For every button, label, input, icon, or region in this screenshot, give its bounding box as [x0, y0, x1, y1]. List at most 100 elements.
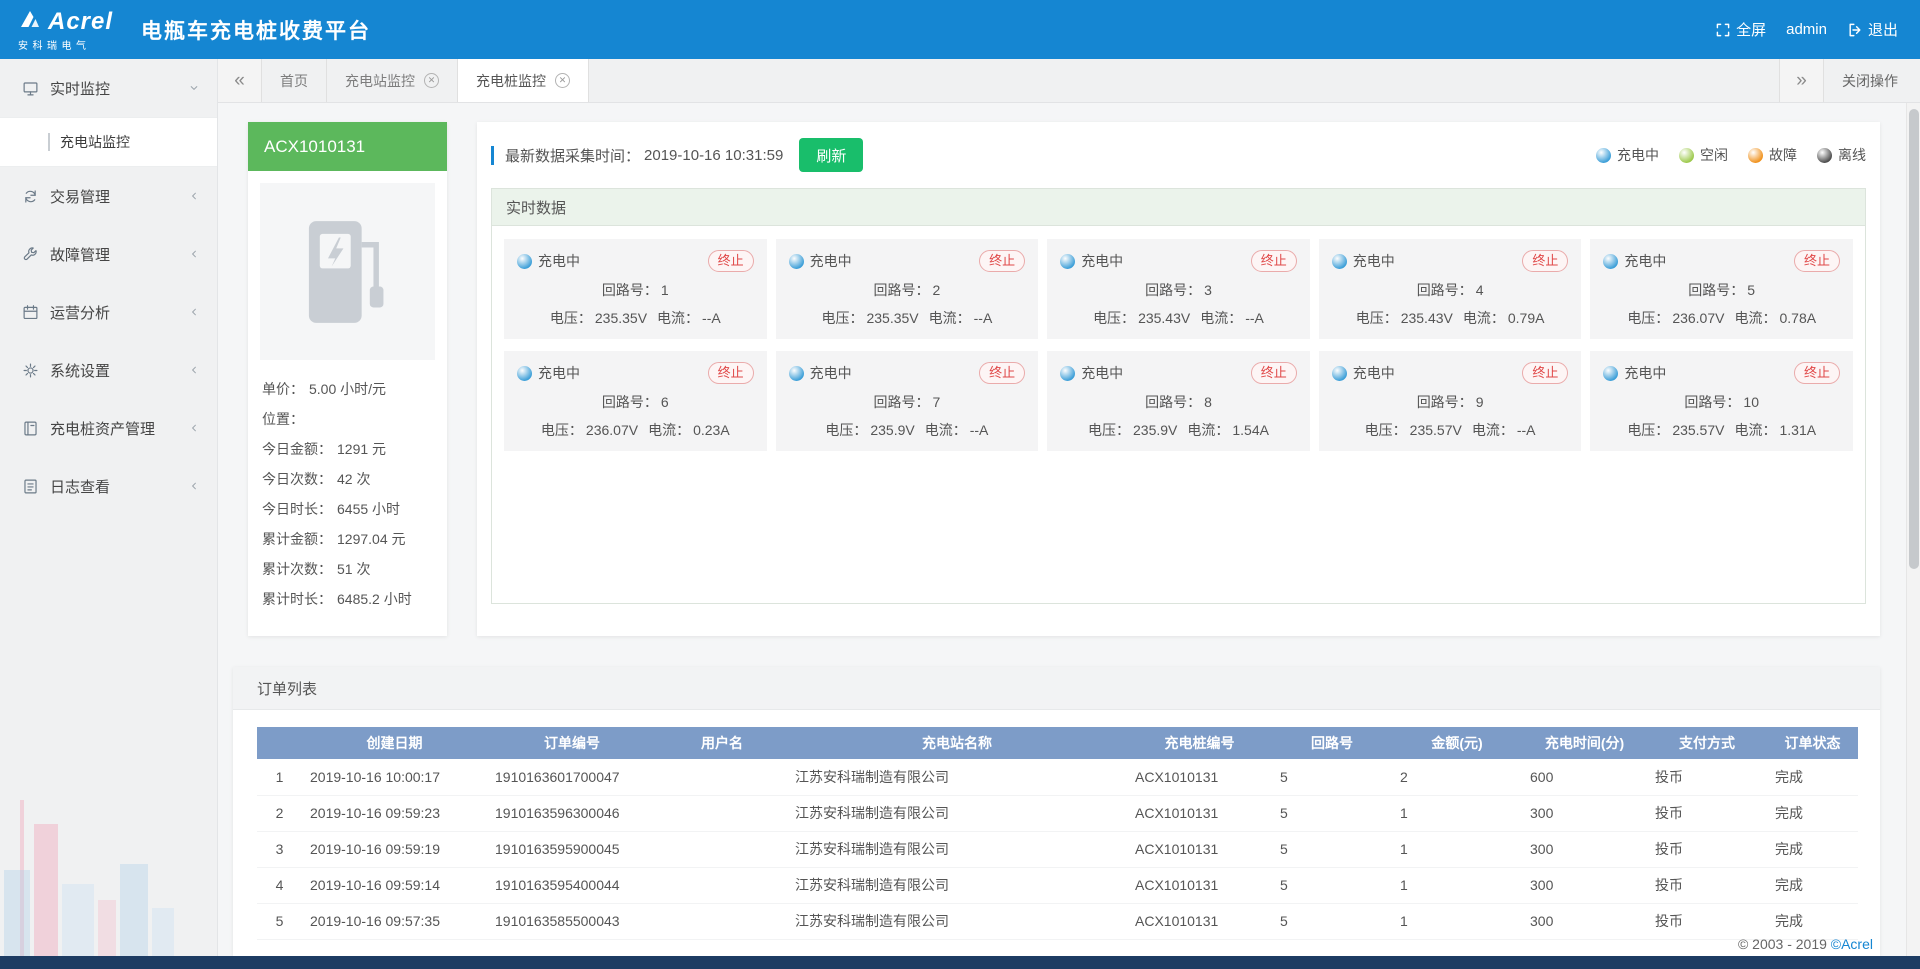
terminate-button[interactable]: 终止	[1522, 250, 1568, 272]
terminate-button[interactable]: 终止	[708, 362, 754, 384]
sidebar-item[interactable]: 实时监控	[0, 59, 217, 117]
order-cell: 1	[1392, 795, 1522, 831]
circuit-card: 充电中终止回路号：9电压：235.57V电流：--A	[1319, 351, 1582, 451]
tree-line	[48, 133, 50, 151]
city-skyline-watermark	[0, 786, 218, 956]
logout-button[interactable]: 退出	[1847, 19, 1898, 40]
current-value: --A	[702, 310, 721, 326]
order-cell: 2019-10-16 09:57:35	[302, 903, 487, 939]
terminate-button[interactable]: 终止	[1522, 362, 1568, 384]
sidebar-item[interactable]: 日志查看	[0, 457, 217, 515]
station-card: ACX1010131 单价：5.00 小时/元位置：今日金额：1291 元今日次…	[248, 122, 447, 636]
circuit-voltage-current: 电压：235.43V电流：0.79A	[1332, 308, 1569, 328]
order-cell: 1	[1392, 903, 1522, 939]
charging-status-icon	[1060, 254, 1075, 269]
terminate-button[interactable]: 终止	[979, 250, 1025, 272]
terminate-button[interactable]: 终止	[1251, 250, 1297, 272]
sidebar-item[interactable]: 充电桩资产管理	[0, 399, 217, 457]
orders-title: 订单列表	[233, 667, 1880, 710]
stat-value: 5.00 小时/元	[309, 374, 386, 404]
tabs-scroll-right-icon[interactable]	[1779, 59, 1823, 102]
current-label: 电流：	[1200, 310, 1242, 326]
charging-status-icon	[789, 254, 804, 269]
sidebar-item[interactable]: 运营分析	[0, 283, 217, 341]
copyright-text: © 2003 - 2019	[1738, 936, 1831, 952]
circuit-number-label: 回路号：	[1688, 282, 1744, 298]
stat-row: 累计时长：6485.2 小时	[262, 584, 433, 614]
refresh-button[interactable]: 刷新	[799, 138, 863, 172]
order-cell: ACX1010131	[1127, 795, 1272, 831]
circuit-status-row: 充电中 终止	[1603, 250, 1840, 272]
station-id: ACX1010131	[248, 122, 447, 171]
voltage-value: 235.35V	[595, 310, 647, 326]
stat-value: 42 次	[337, 464, 370, 494]
stat-row: 今日时长：6455 小时	[262, 494, 433, 524]
sidebar-item[interactable]: 系统设置	[0, 341, 217, 399]
order-cell	[657, 867, 787, 903]
orders-column-header: 支付方式	[1647, 727, 1767, 759]
circuit-card: 充电中终止回路号：4电压：235.43V电流：0.79A	[1319, 239, 1582, 339]
voltage-label: 电压：	[1627, 422, 1669, 438]
stat-label: 单价：	[262, 374, 304, 404]
stat-row: 累计金额：1297.04 元	[262, 524, 433, 554]
stat-value: 6485.2 小时	[337, 584, 412, 614]
chevron-left-icon	[187, 189, 201, 203]
username[interactable]: admin	[1786, 21, 1827, 38]
voltage-label: 电压：	[1356, 310, 1398, 326]
terminate-button[interactable]: 终止	[1794, 362, 1840, 384]
sidebar-item[interactable]: 交易管理	[0, 167, 217, 225]
circuit-status-label: 充电中	[1353, 363, 1395, 383]
orders-header-row: 创建日期订单编号用户名充电站名称充电桩编号回路号金额(元)充电时间(分)支付方式…	[257, 727, 1858, 759]
terminate-button[interactable]: 终止	[1251, 362, 1297, 384]
circuit-grid: 充电中终止回路号：1电压：235.35V电流：--A充电中终止回路号：2电压：2…	[492, 226, 1865, 464]
tabs-scroll-left-icon[interactable]	[218, 59, 262, 102]
sidebar-subitem-label: 充电站监控	[60, 132, 130, 152]
monitor-panel: 最新数据采集时间： 2019-10-16 10:31:59 刷新 充电中空闲故障…	[477, 122, 1880, 636]
circuit-number-value: 7	[932, 394, 940, 410]
tab[interactable]: 充电站监控✕	[327, 59, 458, 102]
top-header: Acrel 安科瑞电气 电瓶车充电桩收费平台 全屏 admin 退出	[0, 0, 1920, 59]
sidebar-item[interactable]: 故障管理	[0, 225, 217, 283]
status-sphere-icon	[1817, 148, 1832, 163]
tab[interactable]: 充电桩监控✕	[458, 59, 589, 102]
current-value: --A	[970, 422, 989, 438]
voltage-value: 235.35V	[866, 310, 918, 326]
scrollbar-thumb[interactable]	[1909, 109, 1919, 569]
order-cell: 1910163585500043	[487, 903, 657, 939]
stat-label: 累计时长：	[262, 584, 332, 614]
vertical-scrollbar[interactable]	[1906, 103, 1920, 956]
charging-status-icon	[789, 366, 804, 381]
fullscreen-button[interactable]: 全屏	[1715, 19, 1766, 40]
terminate-button[interactable]: 终止	[708, 250, 754, 272]
circuit-number-value: 2	[932, 282, 940, 298]
order-cell: ACX1010131	[1127, 759, 1272, 795]
voltage-label: 电压：	[1088, 422, 1130, 438]
tab-close-icon[interactable]: ✕	[555, 73, 570, 88]
circuit-status-label: 充电中	[1624, 363, 1666, 383]
current-label: 电流：	[648, 422, 690, 438]
terminate-button[interactable]: 终止	[1794, 250, 1840, 272]
logo-text: Acrel	[48, 8, 113, 36]
tab-bar: 首页充电站监控✕充电桩监控✕ 关闭操作	[218, 59, 1920, 103]
terminate-button[interactable]: 终止	[979, 362, 1025, 384]
circuit-number-value: 9	[1476, 394, 1484, 410]
circuit-number-label: 回路号：	[1145, 282, 1201, 298]
sidebar-subitem-charging-station-monitor[interactable]: 充电站监控	[0, 117, 217, 167]
tab-close-icon[interactable]: ✕	[424, 73, 439, 88]
acrel-link[interactable]: ©Acrel	[1831, 936, 1873, 952]
current-label: 电流：	[657, 310, 699, 326]
circuit-number: 回路号：6	[517, 392, 754, 412]
tab[interactable]: 首页	[262, 59, 327, 102]
circuit-status-label: 充电中	[1624, 251, 1666, 271]
circuit-number-label: 回路号：	[1417, 394, 1473, 410]
open-tabs: 首页充电站监控✕充电桩监控✕	[262, 59, 589, 102]
voltage-label: 电压：	[550, 310, 592, 326]
order-row-index: 5	[257, 903, 302, 939]
charging-status-icon	[1332, 254, 1347, 269]
legend-item: 充电中	[1596, 145, 1659, 165]
circuit-card: 充电中终止回路号：7电压：235.9V电流：--A	[776, 351, 1039, 451]
circuit-status-label: 充电中	[1081, 251, 1123, 271]
close-operations-button[interactable]: 关闭操作	[1823, 59, 1920, 102]
book-icon	[22, 420, 39, 437]
order-cell: 江苏安科瑞制造有限公司	[787, 903, 1127, 939]
